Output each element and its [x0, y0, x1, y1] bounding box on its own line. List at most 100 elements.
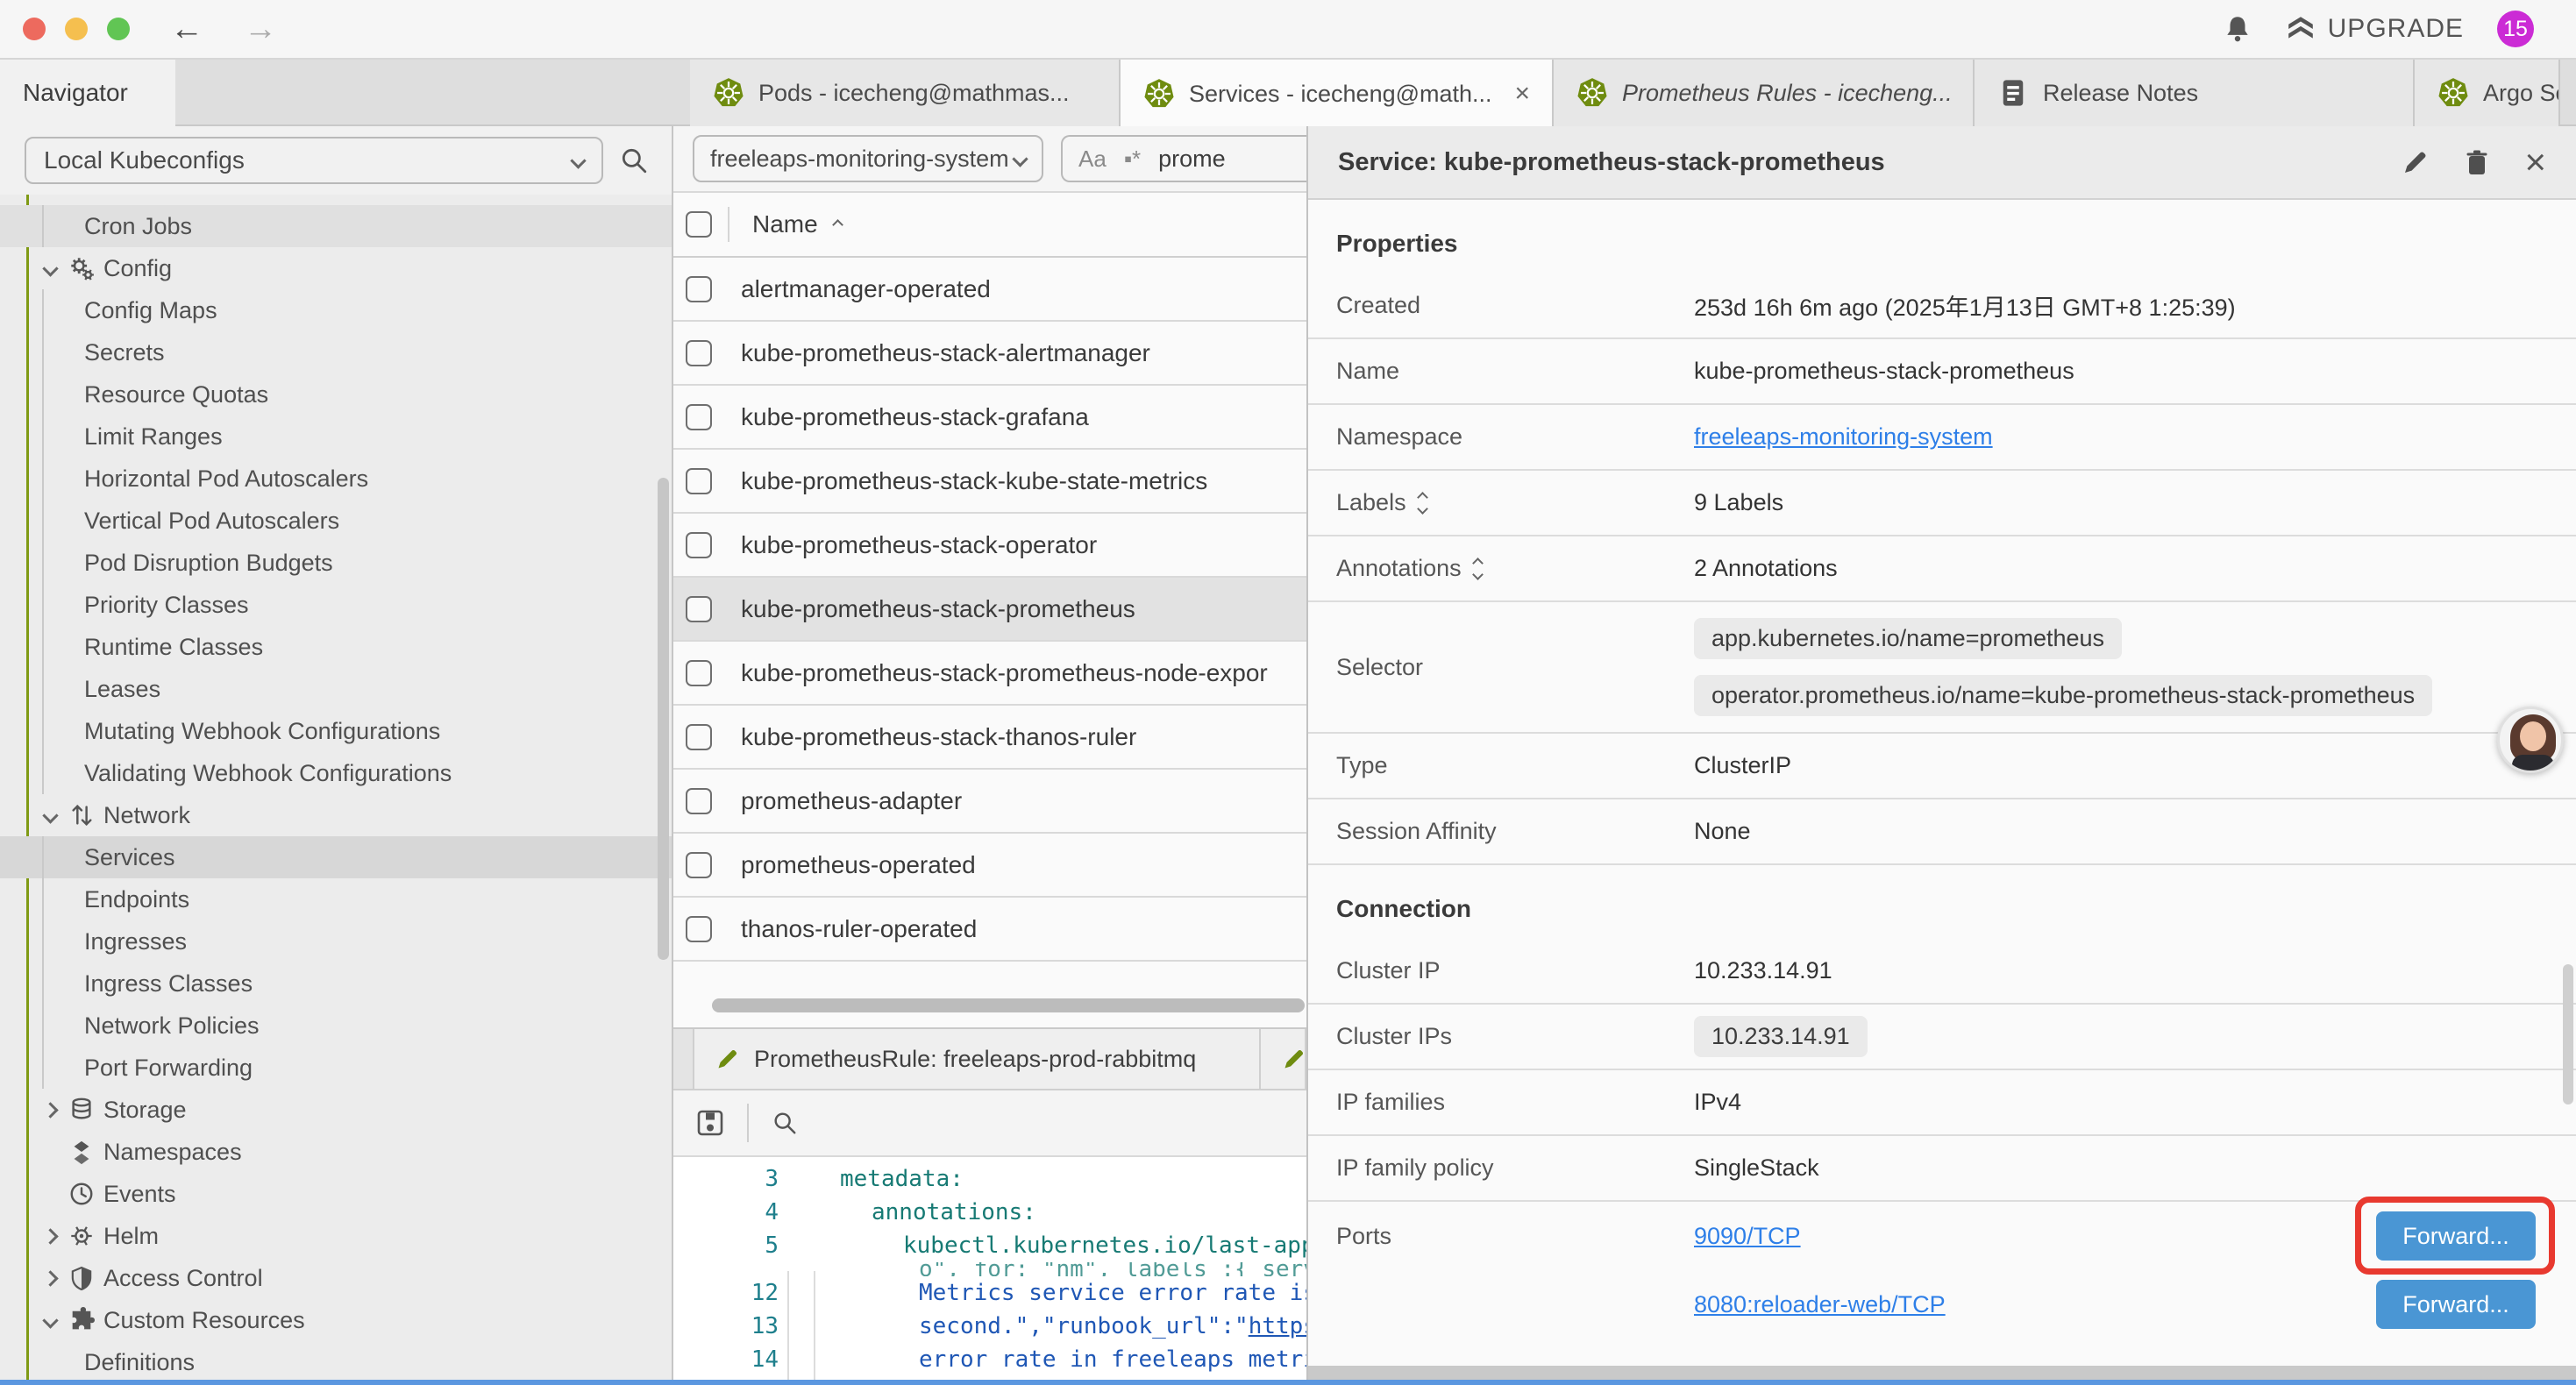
namespace-select[interactable]: freeleaps-monitoring-system: [693, 135, 1043, 182]
select-all-checkbox[interactable]: [686, 211, 712, 238]
sidebar-item-runtime-classes[interactable]: Runtime Classes: [0, 626, 672, 668]
assistant-avatar[interactable]: [2497, 707, 2564, 773]
sidebar-item-definitions[interactable]: Definitions: [0, 1341, 672, 1383]
chevron-right-icon[interactable]: [39, 1273, 61, 1284]
back-arrow-icon[interactable]: ←: [170, 12, 203, 46]
close-tab-icon[interactable]: ×: [1515, 79, 1531, 109]
row-checkbox[interactable]: [686, 340, 712, 366]
sidebar-item-mutating-webhook-configurations[interactable]: Mutating Webhook Configurations: [0, 710, 672, 752]
chevron-down-icon[interactable]: [39, 1315, 61, 1326]
table-row[interactable]: prometheus-operated: [673, 834, 1306, 898]
expand-collapse-icon[interactable]: [1419, 494, 1427, 513]
close-icon[interactable]: ×: [2524, 144, 2546, 181]
sidebar-item-cron-jobs[interactable]: Cron Jobs: [0, 205, 672, 247]
maximize-window-button[interactable]: [107, 18, 130, 40]
close-window-button[interactable]: [23, 18, 46, 40]
tab-argo-se[interactable]: Argo Se: [2415, 60, 2560, 126]
table-row[interactable]: kube-prometheus-stack-operator: [673, 514, 1306, 578]
table-row[interactable]: thanos-ruler-operated: [673, 898, 1306, 962]
forward-button[interactable]: Forward...: [2376, 1280, 2536, 1329]
navigator-tab[interactable]: Navigator: [0, 60, 175, 126]
sidebar-item-services[interactable]: Services: [0, 836, 672, 878]
sidebar-item-ingress-classes[interactable]: Ingress Classes: [0, 962, 672, 1005]
row-checkbox[interactable]: [686, 724, 712, 750]
sidebar-item-config[interactable]: Config: [0, 247, 672, 289]
tab-services-icecheng-math-[interactable]: Services - icecheng@math...×: [1121, 60, 1554, 128]
row-checkbox[interactable]: [686, 532, 712, 558]
row-checkbox[interactable]: [686, 596, 712, 622]
sidebar-item-access-control[interactable]: Access Control: [0, 1257, 672, 1299]
sidebar-item-vertical-pod-autoscalers[interactable]: Vertical Pod Autoscalers: [0, 500, 672, 542]
tab-pods-icecheng-mathmas-[interactable]: Pods - icecheng@mathmas...: [690, 60, 1121, 126]
sidebar-item-leases[interactable]: Leases: [0, 668, 672, 710]
row-checkbox[interactable]: [686, 276, 712, 302]
sidebar-item-ingresses[interactable]: Ingresses: [0, 920, 672, 962]
match-case-icon[interactable]: Aa: [1078, 146, 1107, 173]
table-row[interactable]: kube-prometheus-stack-prometheus: [673, 578, 1306, 642]
detail-scrollbar[interactable]: [2563, 964, 2573, 1104]
editor-tab-partial[interactable]: [1261, 1029, 1306, 1089]
expand-collapse-icon[interactable]: [1474, 559, 1482, 579]
tab-prometheus-rules-icechen[interactable]: Prometheus Rules - icecheng...: [1554, 60, 1975, 126]
sidebar-scrollbar[interactable]: [658, 478, 669, 960]
sidebar-item-resource-quotas[interactable]: Resource Quotas: [0, 373, 672, 416]
sidebar-item-namespaces[interactable]: Namespaces: [0, 1131, 672, 1173]
forward-button[interactable]: Forward...: [2376, 1211, 2536, 1261]
row-checkbox[interactable]: [686, 916, 712, 942]
sidebar-item-validating-webhook-configurations[interactable]: Validating Webhook Configurations: [0, 752, 672, 794]
sidebar-item-endpoints[interactable]: Endpoints: [0, 878, 672, 920]
sidebar-item-pod-disruption-budgets[interactable]: Pod Disruption Budgets: [0, 542, 672, 584]
trash-icon[interactable]: [2463, 148, 2491, 176]
row-checkbox[interactable]: [686, 468, 712, 494]
port-link[interactable]: 9090/TCP: [1694, 1223, 1801, 1250]
row-checkbox[interactable]: [686, 404, 712, 430]
notification-badge[interactable]: 15: [2497, 11, 2534, 47]
row-checkbox[interactable]: [686, 788, 712, 814]
search-icon[interactable]: [772, 1110, 798, 1136]
table-row[interactable]: alertmanager-operated: [673, 258, 1306, 322]
sidebar-item-port-forwarding[interactable]: Port Forwarding: [0, 1047, 672, 1089]
sidebar-item-network[interactable]: Network: [0, 794, 672, 836]
row-checkbox[interactable]: [686, 660, 712, 686]
tab-release-notes[interactable]: Release Notes: [1975, 60, 2415, 126]
forward-arrow-icon[interactable]: →: [244, 12, 277, 46]
save-icon[interactable]: [696, 1109, 724, 1137]
table-row[interactable]: kube-prometheus-stack-grafana: [673, 386, 1306, 450]
sidebar-item-helm[interactable]: Helm: [0, 1215, 672, 1257]
chevron-right-icon[interactable]: [39, 1231, 61, 1242]
table-row[interactable]: prometheus-adapter: [673, 770, 1306, 834]
sidebar-item-secrets[interactable]: Secrets: [0, 331, 672, 373]
table-row[interactable]: kube-prometheus-stack-alertmanager: [673, 322, 1306, 386]
regex-icon[interactable]: ▪*: [1124, 146, 1141, 173]
minimize-window-button[interactable]: [65, 18, 88, 40]
bell-icon[interactable]: [2223, 14, 2252, 44]
detail-horizontal-scrollbar[interactable]: [1308, 1366, 2576, 1380]
port-link[interactable]: 8080:reloader-web/TCP: [1694, 1291, 1946, 1318]
sidebar-item-priority-classes[interactable]: Priority Classes: [0, 584, 672, 626]
chevron-down-icon[interactable]: [39, 263, 61, 274]
edit-icon[interactable]: [2402, 148, 2430, 176]
sidebar-item-config-maps[interactable]: Config Maps: [0, 289, 672, 331]
sidebar-item-limit-ranges[interactable]: Limit Ranges: [0, 416, 672, 458]
sidebar-item-storage[interactable]: Storage: [0, 1089, 672, 1131]
row-checkbox[interactable]: [686, 852, 712, 878]
sidebar-item-horizontal-pod-autoscalers[interactable]: Horizontal Pod Autoscalers: [0, 458, 672, 500]
chevron-down-icon[interactable]: [39, 810, 61, 821]
namespace-link[interactable]: freeleaps-monitoring-system: [1694, 423, 1993, 451]
chevron-right-icon[interactable]: [39, 1104, 61, 1116]
upgrade-button[interactable]: UPGRADE: [2286, 14, 2464, 44]
yaml-editor[interactable]: 3metadata:4annotations:5kubectl.kubernet…: [673, 1157, 1306, 1383]
sidebar-item-events[interactable]: Events: [0, 1173, 672, 1215]
name-column-header[interactable]: Name: [752, 210, 842, 238]
editor-tab-prometheusrule[interactable]: PrometheusRule: freeleaps-prod-rabbitmq: [693, 1029, 1261, 1089]
table-row[interactable]: kube-prometheus-stack-kube-state-metrics: [673, 450, 1306, 514]
filter-input[interactable]: Aa ▪* prome: [1061, 135, 1306, 182]
table-row[interactable]: kube-prometheus-stack-prometheus-node-ex…: [673, 642, 1306, 706]
table-row[interactable]: kube-prometheus-stack-thanos-ruler: [673, 706, 1306, 770]
search-icon[interactable]: [619, 146, 649, 175]
horizontal-scrollbar[interactable]: [712, 998, 1305, 1012]
line-number: 12: [673, 1280, 779, 1306]
sidebar-item-network-policies[interactable]: Network Policies: [0, 1005, 672, 1047]
kubeconfig-select[interactable]: Local Kubeconfigs: [25, 137, 603, 184]
sidebar-item-custom-resources[interactable]: Custom Resources: [0, 1299, 672, 1341]
